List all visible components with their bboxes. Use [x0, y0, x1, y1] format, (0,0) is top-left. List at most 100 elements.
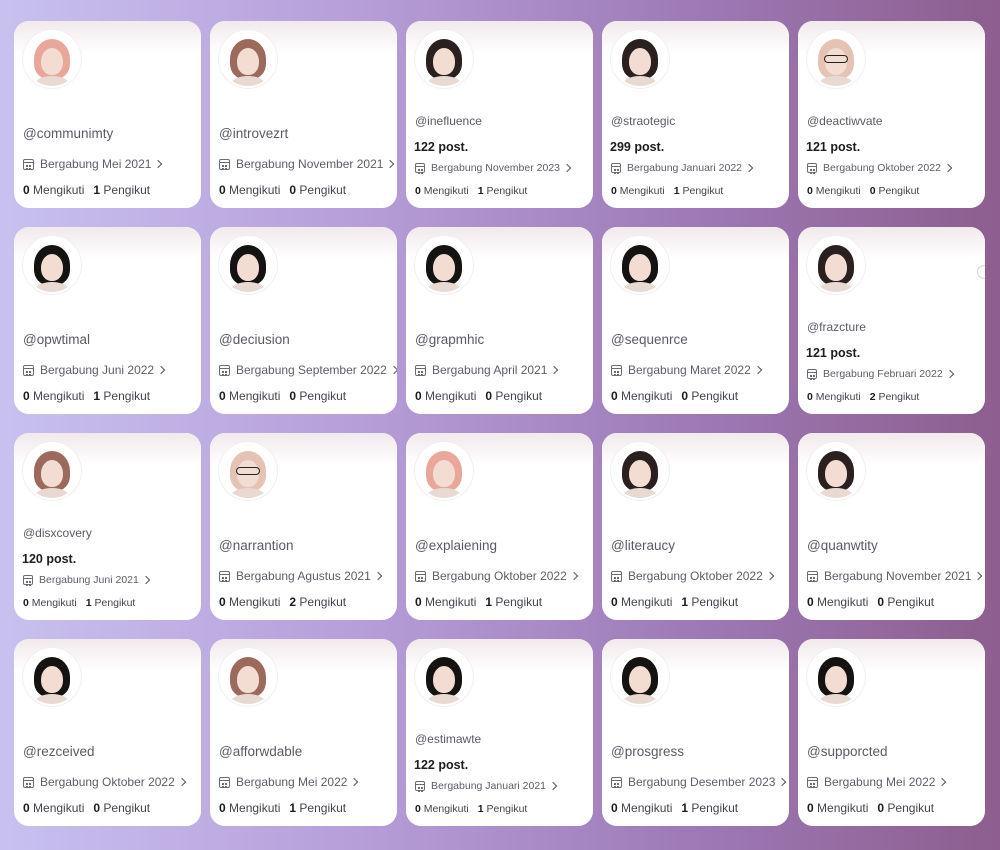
- following-link[interactable]: 0 Mengikuti: [415, 185, 469, 197]
- followers-link[interactable]: 2 Pengikut: [289, 595, 346, 609]
- followers-link[interactable]: 0 Pengikut: [289, 183, 346, 197]
- join-date-link[interactable]: Bergabung Januari 2022: [611, 162, 754, 174]
- avatar[interactable]: [415, 236, 473, 294]
- scroll-handle[interactable]: [977, 265, 985, 279]
- profile-handle[interactable]: @quanwtity: [807, 538, 878, 553]
- following-link[interactable]: 0 Mengikuti: [219, 595, 280, 609]
- following-link[interactable]: 0 Mengikuti: [219, 389, 280, 403]
- avatar[interactable]: [611, 30, 669, 88]
- join-date-link[interactable]: Bergabung Agustus 2021: [219, 569, 383, 583]
- following-link[interactable]: 0 Mengikuti: [611, 185, 665, 197]
- following-link[interactable]: 0 Mengikuti: [219, 801, 280, 815]
- following-link[interactable]: 0 Mengikuti: [23, 597, 77, 609]
- profile-card[interactable]: @inefluence 122 post. Bergabung November 2…: [406, 21, 593, 208]
- profile-handle[interactable]: @straotegic: [611, 114, 675, 128]
- profile-handle[interactable]: @explaiening: [415, 538, 497, 553]
- profile-handle[interactable]: @prosgress: [611, 744, 684, 759]
- avatar[interactable]: [807, 236, 865, 294]
- avatar[interactable]: [219, 236, 277, 294]
- profile-card[interactable]: @prosgress Bergabung Desember 2023 0 Mengi…: [602, 639, 789, 826]
- followers-link[interactable]: 1 Pengikut: [478, 803, 528, 815]
- profile-card[interactable]: @deciusion Bergabung September 2022 0 Meng…: [210, 227, 397, 414]
- avatar[interactable]: [23, 648, 81, 706]
- followers-link[interactable]: 1 Pengikut: [93, 389, 150, 403]
- profile-card[interactable]: @grapmhic Bergabung April 2021 0 Mengikuti…: [406, 227, 593, 414]
- join-date-link[interactable]: Bergabung November 2021: [219, 157, 395, 171]
- profile-handle[interactable]: @inefluence: [415, 114, 482, 128]
- followers-link[interactable]: 1 Pengikut: [289, 801, 346, 815]
- following-link[interactable]: 0 Mengikuti: [23, 389, 84, 403]
- profile-handle[interactable]: @supporcted: [807, 744, 888, 759]
- avatar[interactable]: [219, 30, 277, 88]
- avatar[interactable]: [807, 648, 865, 706]
- followers-link[interactable]: 0 Pengikut: [485, 389, 542, 403]
- avatar[interactable]: [219, 442, 277, 500]
- join-date-link[interactable]: Bergabung April 2021: [415, 363, 559, 377]
- join-date-link[interactable]: Bergabung November 2023: [415, 162, 572, 174]
- following-link[interactable]: 0 Mengikuti: [611, 595, 672, 609]
- followers-link[interactable]: 0 Pengikut: [681, 389, 738, 403]
- avatar[interactable]: [807, 442, 865, 500]
- join-date-link[interactable]: Bergabung September 2022: [219, 363, 397, 377]
- profile-card[interactable]: @narrantion Bergabung Agustus 2021 0 Mengi…: [210, 433, 397, 620]
- join-date-link[interactable]: Bergabung Oktober 2022: [807, 162, 953, 174]
- following-link[interactable]: 0 Mengikuti: [219, 183, 280, 197]
- followers-link[interactable]: 1 Pengikut: [681, 595, 738, 609]
- join-date-link[interactable]: Bergabung Mei 2022: [807, 775, 947, 789]
- join-date-link[interactable]: Bergabung Oktober 2022: [415, 569, 579, 583]
- profile-card[interactable]: @supporcted Bergabung Mei 2022 0 Mengikuti…: [798, 639, 985, 826]
- following-link[interactable]: 0 Mengikuti: [415, 803, 469, 815]
- profile-card[interactable]: @literaucy Bergabung Oktober 2022 0 Mengik…: [602, 433, 789, 620]
- following-link[interactable]: 0 Mengikuti: [23, 183, 84, 197]
- profile-card[interactable]: @deactiwvate 121 post. Bergabung Oktober 2…: [798, 21, 985, 208]
- profile-card[interactable]: @quanwtity Bergabung November 2021 0 Mengi…: [798, 433, 985, 620]
- profile-card[interactable]: @communimty Bergabung Mei 2021 0 Mengikuti…: [14, 21, 201, 208]
- join-date-link[interactable]: Bergabung Januari 2021: [415, 780, 558, 792]
- avatar[interactable]: [23, 236, 81, 294]
- profile-handle[interactable]: @grapmhic: [415, 332, 484, 347]
- following-link[interactable]: 0 Mengikuti: [611, 389, 672, 403]
- profile-handle[interactable]: @rezceived: [23, 744, 94, 759]
- join-date-link[interactable]: Bergabung Oktober 2022: [611, 569, 775, 583]
- join-date-link[interactable]: Bergabung Desember 2023: [611, 775, 787, 789]
- profile-card[interactable]: @afforwdable Bergabung Mei 2022 0 Mengikut…: [210, 639, 397, 826]
- followers-link[interactable]: 1 Pengikut: [485, 595, 542, 609]
- profile-handle[interactable]: @sequenrce: [611, 332, 688, 347]
- profile-handle[interactable]: @frazcture: [807, 320, 866, 334]
- profile-card[interactable]: @sequenrce Bergabung Maret 2022 0 Mengikut…: [602, 227, 789, 414]
- profile-card[interactable]: @estimawte 122 post. Bergabung Januari 202…: [406, 639, 593, 826]
- avatar[interactable]: [23, 442, 81, 500]
- followers-link[interactable]: 1 Pengikut: [674, 185, 724, 197]
- join-date-link[interactable]: Bergabung Mei 2022: [219, 775, 359, 789]
- following-link[interactable]: 0 Mengikuti: [415, 595, 476, 609]
- avatar[interactable]: [611, 236, 669, 294]
- join-date-link[interactable]: Bergabung Juni 2021: [23, 574, 151, 586]
- join-date-link[interactable]: Bergabung Maret 2022: [611, 363, 763, 377]
- following-link[interactable]: 0 Mengikuti: [807, 391, 861, 403]
- profile-card[interactable]: @explaiening Bergabung Oktober 2022 0 Meng…: [406, 433, 593, 620]
- following-link[interactable]: 0 Mengikuti: [611, 801, 672, 815]
- join-date-link[interactable]: Bergabung Februari 2022: [807, 368, 954, 380]
- followers-link[interactable]: 0 Pengikut: [870, 185, 920, 197]
- join-date-link[interactable]: Bergabung Mei 2021: [23, 157, 163, 171]
- followers-link[interactable]: 2 Pengikut: [870, 391, 920, 403]
- avatar[interactable]: [415, 648, 473, 706]
- profile-handle[interactable]: @communimty: [23, 126, 113, 141]
- followers-link[interactable]: 1 Pengikut: [93, 183, 150, 197]
- profile-card[interactable]: @opwtimal Bergabung Juni 2022 0 Mengikuti 1…: [14, 227, 201, 414]
- profile-card[interactable]: @introvezrt Bergabung November 2021 0 Meng…: [210, 21, 397, 208]
- followers-link[interactable]: 0 Pengikut: [877, 595, 934, 609]
- join-date-link[interactable]: Bergabung Oktober 2022: [23, 775, 187, 789]
- profile-card[interactable]: @straotegic 299 post. Bergabung Januari 20…: [602, 21, 789, 208]
- profile-handle[interactable]: @narrantion: [219, 538, 294, 553]
- profile-card[interactable]: @frazcture 121 post. Bergabung Februari 20…: [798, 227, 985, 414]
- join-date-link[interactable]: Bergabung November 2021: [807, 569, 983, 583]
- avatar[interactable]: [219, 648, 277, 706]
- following-link[interactable]: 0 Mengikuti: [415, 389, 476, 403]
- join-date-link[interactable]: Bergabung Juni 2022: [23, 363, 166, 377]
- followers-link[interactable]: 0 Pengikut: [93, 801, 150, 815]
- followers-link[interactable]: 1 Pengikut: [478, 185, 528, 197]
- profile-handle[interactable]: @afforwdable: [219, 744, 302, 759]
- followers-link[interactable]: 0 Pengikut: [877, 801, 934, 815]
- followers-link[interactable]: 1 Pengikut: [681, 801, 738, 815]
